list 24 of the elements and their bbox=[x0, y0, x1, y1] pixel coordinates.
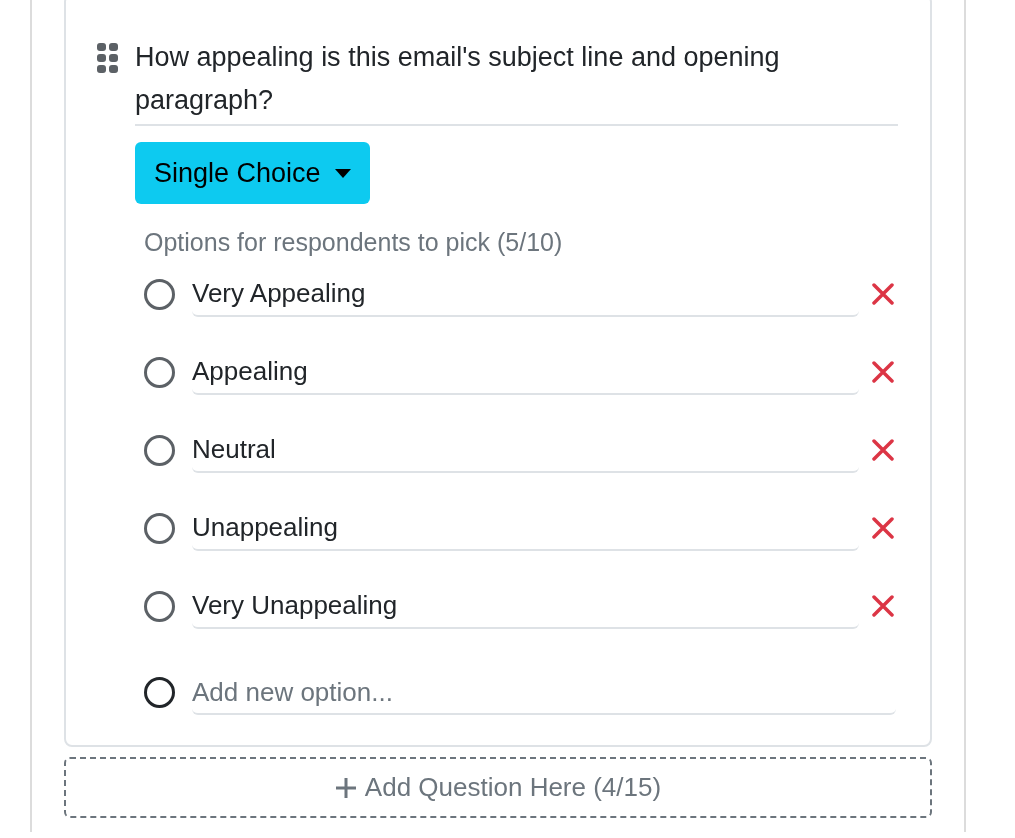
options-hint: Options for respondents to pick (5/10) bbox=[144, 227, 564, 258]
radio-button[interactable] bbox=[144, 513, 175, 544]
option-field[interactable]: Neutral bbox=[192, 429, 859, 473]
new-option-field[interactable]: Add new option... bbox=[192, 671, 896, 715]
radio-button[interactable] bbox=[144, 357, 175, 388]
option-field[interactable]: Appealing bbox=[192, 351, 859, 395]
caret-icon bbox=[334, 168, 351, 178]
option-field[interactable]: Very Appealing bbox=[192, 273, 859, 317]
option-field[interactable]: Unappealing bbox=[192, 507, 859, 551]
option-field[interactable]: Very Unappealing bbox=[192, 585, 859, 629]
radio-button[interactable] bbox=[144, 435, 175, 466]
delete-icon[interactable] bbox=[872, 595, 894, 617]
plus-icon bbox=[334, 776, 357, 799]
delete-icon[interactable] bbox=[872, 361, 894, 383]
delete-icon[interactable] bbox=[872, 283, 894, 305]
radio-button[interactable] bbox=[144, 591, 175, 622]
add-question-button[interactable]: Add Question Here (4/15) bbox=[64, 757, 932, 818]
delete-icon[interactable] bbox=[872, 439, 894, 461]
radio-button[interactable] bbox=[144, 677, 175, 708]
delete-icon[interactable] bbox=[872, 517, 894, 539]
radio-button[interactable] bbox=[144, 279, 175, 310]
drag-handle-icon[interactable] bbox=[97, 43, 119, 73]
question-field[interactable]: How appealing is this email's subject line and opening paragraph? bbox=[135, 36, 898, 126]
question-type-dropdown[interactable]: Single Choice bbox=[135, 142, 370, 204]
